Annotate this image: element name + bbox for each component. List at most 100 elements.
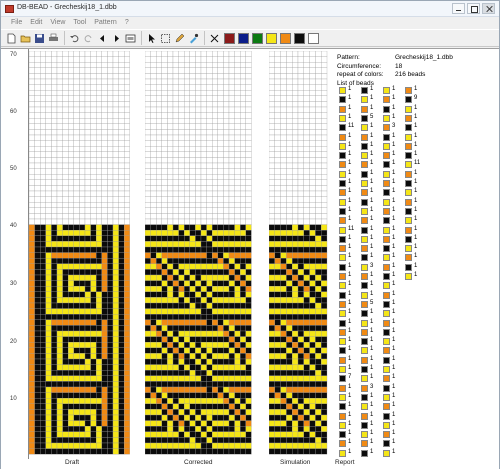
menu-file[interactable]: File [7, 17, 26, 29]
bead-swatch [383, 347, 390, 355]
minimize-button[interactable] [452, 3, 465, 14]
bead-count: 1 [348, 290, 352, 297]
window-controls [452, 3, 495, 15]
pointer-icon[interactable] [145, 32, 158, 45]
palette-swatch[interactable] [294, 32, 305, 44]
bead-swatch [361, 245, 368, 253]
simulation-grid[interactable] [269, 51, 329, 456]
bead-swatch [383, 133, 390, 141]
save-icon[interactable] [33, 32, 46, 45]
bead-swatch [339, 142, 346, 150]
workspace: 70 60 50 40 30 20 10 Draft Corrected Sim… [1, 48, 499, 469]
bead-count: 1 [414, 123, 418, 130]
bead-count: 1 [348, 104, 352, 111]
bead-swatch [383, 393, 390, 401]
clear-icon[interactable] [208, 32, 221, 45]
bead-count: 1 [392, 448, 396, 455]
bead-swatch [339, 300, 346, 308]
bead-count: 1 [348, 160, 352, 167]
bead-count: 1 [392, 374, 396, 381]
palette-swatch[interactable] [308, 32, 319, 44]
menu-pattern[interactable]: Pattern [90, 17, 121, 29]
bead-swatch [383, 180, 390, 187]
bead-swatch [383, 338, 390, 346]
bead-swatch [383, 384, 390, 392]
bead-count: 1 [414, 169, 418, 176]
bead-swatch [361, 403, 368, 411]
bead-count: 1 [392, 234, 396, 241]
bead-swatch [339, 180, 346, 187]
bead-count: 1 [414, 141, 418, 148]
bead-count: 1 [348, 132, 352, 139]
bead-swatch [383, 282, 390, 290]
corrected-grid[interactable] [145, 51, 255, 456]
ruler-label: 10 [10, 396, 17, 402]
bead-count: 1 [392, 86, 396, 92]
open-icon[interactable] [19, 32, 32, 45]
bead-count: 1 [370, 346, 374, 353]
bead-swatch [405, 142, 412, 150]
menu-help[interactable]: ? [121, 17, 133, 29]
bead-swatch [383, 263, 390, 271]
palette-swatch[interactable] [252, 32, 263, 44]
pipette-icon[interactable] [187, 32, 200, 45]
bead-count: 1 [392, 318, 396, 325]
palette-swatch[interactable] [266, 32, 277, 44]
bead-swatch [361, 124, 368, 132]
close-button[interactable] [482, 3, 495, 14]
pencil-icon[interactable] [173, 32, 186, 45]
bead-swatch [361, 96, 368, 104]
ruler-label: 30 [10, 281, 17, 287]
bead-count: 1 [348, 188, 352, 195]
bead-count: 1 [370, 374, 374, 381]
bead-swatch [339, 440, 346, 448]
bead-count: 1 [348, 86, 352, 92]
bead-count: 1 [392, 160, 396, 167]
undo-icon[interactable] [68, 32, 81, 45]
redo-icon[interactable] [82, 32, 95, 45]
menu-tool[interactable]: Tool [69, 17, 90, 29]
draft-grid[interactable] [29, 51, 133, 456]
ruler-label: 40 [10, 223, 17, 229]
bead-count: 1 [392, 346, 396, 353]
arrow-left-icon[interactable] [96, 32, 109, 45]
bead-swatch [361, 393, 368, 401]
select-rect-icon[interactable] [159, 32, 172, 45]
preview-icon[interactable] [124, 32, 137, 45]
bead-swatch [405, 273, 412, 280]
menu-edit[interactable]: Edit [26, 17, 46, 29]
bead-count: 1 [348, 113, 352, 120]
corrected-label: Corrected [184, 459, 213, 466]
bead-swatch [339, 449, 346, 457]
bead-count: 1 [348, 253, 352, 260]
bead-count: 1 [370, 160, 374, 167]
bead-count: 1 [392, 151, 396, 158]
arrow-right-icon[interactable] [110, 32, 123, 45]
bead-swatch [361, 273, 368, 280]
palette-swatch[interactable] [280, 32, 291, 44]
ruler-label: 50 [10, 166, 17, 172]
bead-swatch [339, 87, 346, 94]
bead-count: 1 [370, 309, 374, 316]
palette-swatch[interactable] [238, 32, 249, 44]
maximize-button[interactable] [467, 3, 480, 14]
bead-swatch [339, 393, 346, 401]
report-label: Report [335, 459, 355, 466]
bead-count: 1 [392, 337, 396, 344]
bead-count: 1 [414, 272, 418, 278]
pattern-value: Grecheskij18_1.dbb [395, 54, 453, 61]
print-icon[interactable] [47, 32, 60, 45]
bead-swatch [339, 366, 346, 373]
bead-swatch [405, 254, 412, 262]
bead-count: 1 [392, 392, 396, 399]
bead-count: 1 [370, 355, 374, 362]
bead-count: 1 [370, 86, 374, 92]
bead-count: 1 [348, 299, 352, 306]
new-icon[interactable] [5, 32, 18, 45]
palette-swatch[interactable] [224, 32, 235, 44]
bead-swatch [361, 338, 368, 346]
menu-view[interactable]: View [46, 17, 69, 29]
bead-count: 1 [392, 272, 396, 278]
bead-count: 1 [348, 169, 352, 176]
bead-count: 1 [414, 179, 418, 185]
